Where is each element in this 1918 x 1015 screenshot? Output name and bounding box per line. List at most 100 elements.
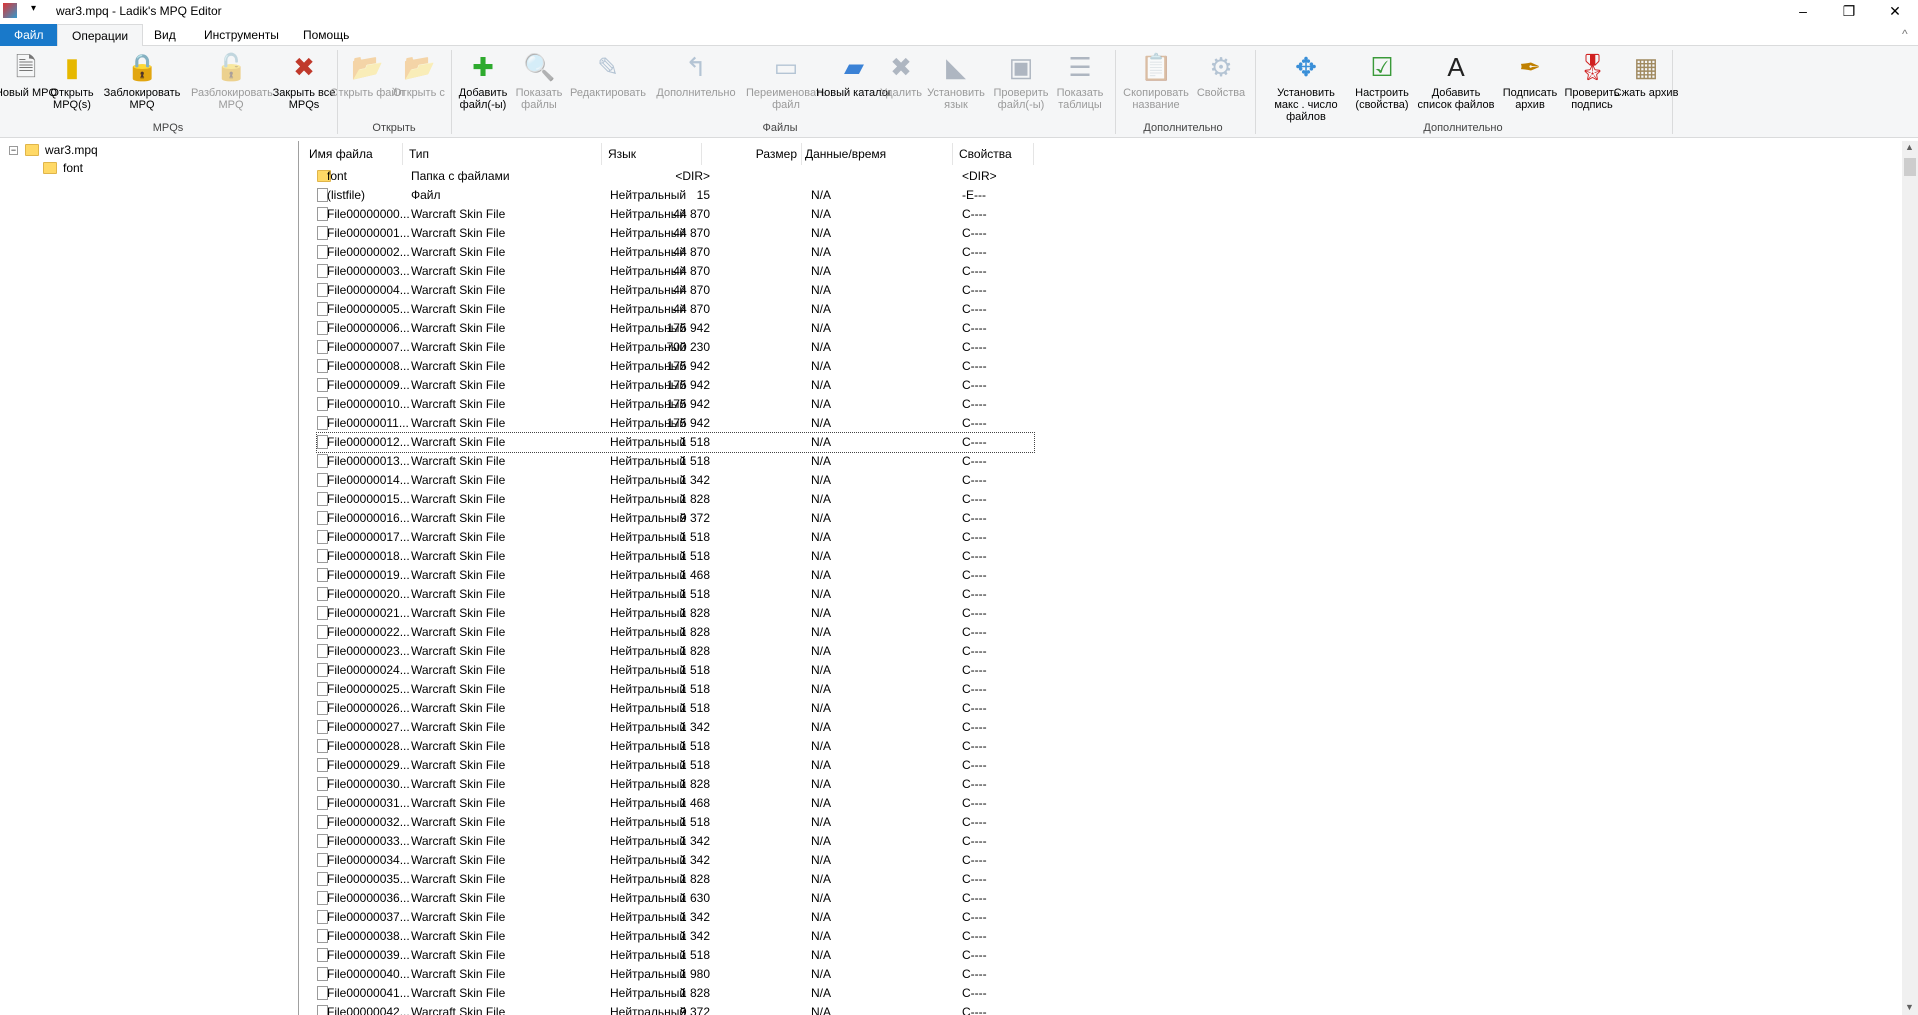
table-row[interactable]: font Папка с файлами <DIR> <DIR> [317,167,1034,186]
table-row[interactable]: File00000026... Warcraft Skin File Нейтрал… [317,699,1034,718]
tree-item-font[interactable]: font [63,160,83,177]
cell-props: C---- [962,549,987,563]
collapse-ribbon-button[interactable]: ^ [1902,27,1908,41]
table-row[interactable]: File00000024... Warcraft Skin File Нейтрал… [317,661,1034,680]
cell-name: File00000009... [327,378,410,392]
scrollbar-thumb[interactable] [1904,158,1916,176]
cell-type: Warcraft Skin File [411,910,506,924]
table-row[interactable]: File00000004... Warcraft Skin File Нейтрал… [317,281,1034,300]
tab-file[interactable]: Файл [0,24,58,46]
table-row[interactable]: File00000041... Warcraft Skin File Нейтрал… [317,984,1034,1003]
table-row[interactable]: File00000025... Warcraft Skin File Нейтрал… [317,680,1034,699]
cell-date: N/A [811,283,832,297]
table-row[interactable]: File00000022... Warcraft Skin File Нейтрал… [317,623,1034,642]
tab-view[interactable]: Вид [140,24,190,46]
table-row[interactable]: File00000000... Warcraft Skin File Нейтрал… [317,205,1034,224]
table-row[interactable]: File00000018... Warcraft Skin File Нейтрал… [317,547,1034,566]
table-row[interactable]: File00000033... Warcraft Skin File Нейтрал… [317,832,1034,851]
ribbon-button-properties[interactable]: ⚙ Свойства [1181,49,1261,99]
cell-type: Warcraft Skin File [411,397,506,411]
table-row[interactable]: File00000038... Warcraft Skin File Нейтрал… [317,927,1034,946]
tab-help[interactable]: Помощь [289,24,363,46]
cell-name: File00000027... [327,720,410,734]
table-row[interactable]: File00000020... Warcraft Skin File Нейтрал… [317,585,1034,604]
table-row[interactable]: File00000023... Warcraft Skin File Нейтрал… [317,642,1034,661]
table-row[interactable]: File00000008... Warcraft Skin File Нейтрал… [317,357,1034,376]
column-header-properties[interactable]: Свойства [953,143,1034,165]
table-row[interactable]: File00000011... Warcraft Skin File Нейтрал… [317,414,1034,433]
vertical-scrollbar[interactable]: ▲ ▼ [1902,141,1918,1015]
close-button[interactable]: ✕ [1872,0,1918,23]
table-row[interactable]: File00000027... Warcraft Skin File Нейтрал… [317,718,1034,737]
ribbon-button-edit[interactable]: ✎ Редактировать [568,49,648,99]
column-header-size[interactable]: Размер [702,143,802,165]
cell-props: C---- [962,739,987,753]
table-row[interactable]: File00000042... Warcraft Skin File Нейтрал… [317,1003,1034,1015]
table-row[interactable]: File00000028... Warcraft Skin File Нейтрал… [317,737,1034,756]
ribbon-button-open-mpq[interactable]: ▮ Открыть MPQ(s) [32,49,112,111]
minimize-button[interactable]: – [1780,0,1826,23]
quick-access-dropdown[interactable]: ▾ [31,3,36,14]
table-row[interactable]: File00000030... Warcraft Skin File Нейтрал… [317,775,1034,794]
tree-expander[interactable]: − [9,146,18,155]
table-row[interactable]: File00000029... Warcraft Skin File Нейтрал… [317,756,1034,775]
ribbon-button-add-listfile[interactable]: A Добавить список файлов [1416,49,1496,111]
table-row[interactable]: File00000032... Warcraft Skin File Нейтрал… [317,813,1034,832]
column-header-name[interactable]: Имя файла [303,143,403,165]
column-header-datetime[interactable]: Данные/время [802,143,953,165]
ribbon-button-undo[interactable]: ↰ Дополнительно [656,49,736,99]
table-row[interactable]: File00000040... Warcraft Skin File Нейтрал… [317,965,1034,984]
table-row[interactable]: File00000005... Warcraft Skin File Нейтрал… [317,300,1034,319]
tab-operations[interactable]: Операции [57,24,144,47]
table-row[interactable]: File00000013... Warcraft Skin File Нейтрал… [317,452,1034,471]
scroll-up-arrow[interactable]: ▲ [1905,142,1914,152]
ribbon-button-lock[interactable]: 🔒 Заблокировать MPQ [102,49,182,111]
cell-props: C---- [962,606,987,620]
table-row[interactable]: File00000035... Warcraft Skin File Нейтрал… [317,870,1034,889]
cell-size: 1 518 [679,454,710,468]
cell-date: N/A [811,720,832,734]
column-header-language[interactable]: Язык [602,143,702,165]
table-row[interactable]: File00000039... Warcraft Skin File Нейтрал… [317,946,1034,965]
table-row[interactable]: File00000007... Warcraft Skin File Нейтрал… [317,338,1034,357]
table-row[interactable]: File00000014... Warcraft Skin File Нейтрал… [317,471,1034,490]
cell-name: File00000026... [327,701,410,715]
cell-props: C---- [962,815,987,829]
cell-size: 175 942 [666,378,710,392]
cell-size: 1 828 [679,872,710,886]
verify-signature-icon: 🎖 [1576,52,1610,82]
table-row[interactable]: File00000015... Warcraft Skin File Нейтрал… [317,490,1034,509]
ribbon-button-show-tables[interactable]: ☰ Показать таблицы [1040,49,1120,111]
ribbon-group-label: Дополнительно [1423,122,1503,134]
scroll-down-arrow[interactable]: ▼ [1905,1002,1914,1012]
table-row[interactable]: (listfile) Файл Нейтральный 15 N/A -E--- [317,186,1034,205]
ribbon-button-unlock[interactable]: 🔓 Разблокировать MPQ [191,49,273,111]
cell-type: Warcraft Skin File [411,606,506,620]
ribbon-button-compact-archive[interactable]: ▦ Сжать архив [1606,49,1686,99]
cell-type: Warcraft Skin File [411,378,506,392]
table-row[interactable]: File00000016... Warcraft Skin File Нейтрал… [317,509,1034,528]
table-row[interactable]: File00000003... Warcraft Skin File Нейтрал… [317,262,1034,281]
table-row[interactable]: File00000002... Warcraft Skin File Нейтрал… [317,243,1034,262]
table-row[interactable]: File00000037... Warcraft Skin File Нейтрал… [317,908,1034,927]
cell-name: File00000002... [327,245,410,259]
tab-tools[interactable]: Инструменты [190,24,293,46]
tree-root-war3mpq[interactable]: war3.mpq [45,142,98,159]
cell-name: File00000030... [327,777,410,791]
ribbon-button-configure[interactable]: ☑ Настроить (свойства) [1342,49,1422,111]
column-header-type[interactable]: Тип [403,143,602,165]
table-row[interactable]: File00000036... Warcraft Skin File Нейтрал… [317,889,1034,908]
table-row[interactable]: File00000012... Warcraft Skin File Нейтрал… [316,432,1035,453]
table-row[interactable]: File00000031... Warcraft Skin File Нейтрал… [317,794,1034,813]
table-row[interactable]: File00000019... Warcraft Skin File Нейтрал… [317,566,1034,585]
ribbon-button-max-files[interactable]: ✥ Установить макс . число файлов [1266,49,1346,123]
table-row[interactable]: File00000017... Warcraft Skin File Нейтрал… [317,528,1034,547]
table-row[interactable]: File00000001... Warcraft Skin File Нейтрал… [317,224,1034,243]
table-row[interactable]: File00000021... Warcraft Skin File Нейтрал… [317,604,1034,623]
restore-button[interactable]: ❐ [1826,0,1872,23]
table-row[interactable]: File00000010... Warcraft Skin File Нейтрал… [317,395,1034,414]
ribbon-button-view-files[interactable]: 🔍 Показать файлы [499,49,579,111]
table-row[interactable]: File00000034... Warcraft Skin File Нейтрал… [317,851,1034,870]
table-row[interactable]: File00000009... Warcraft Skin File Нейтрал… [317,376,1034,395]
table-row[interactable]: File00000006... Warcraft Skin File Нейтрал… [317,319,1034,338]
